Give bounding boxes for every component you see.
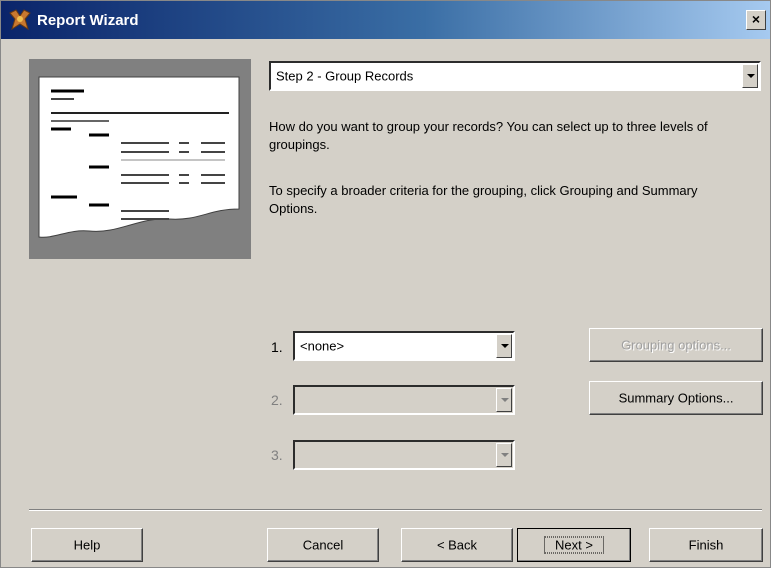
cancel-label: Cancel	[302, 537, 344, 553]
back-button[interactable]: < Back	[401, 528, 513, 562]
back-label: < Back	[436, 537, 478, 553]
finish-button[interactable]: Finish	[649, 528, 763, 562]
help-label: Help	[73, 537, 101, 553]
next-label: Next >	[544, 536, 604, 554]
footer-separator	[29, 509, 762, 511]
report-wizard-app-icon	[7, 7, 33, 33]
close-icon: ×	[751, 11, 761, 27]
grouping-options-button[interactable]: Grouping options...	[589, 328, 763, 362]
step-select-value: Step 2 - Group Records	[276, 68, 414, 84]
summary-options-button[interactable]: Summary Options...	[589, 381, 763, 415]
report-wizard-window: Report Wizard × Step 2 - Group Records H…	[0, 0, 771, 568]
report-preview-image	[29, 59, 251, 259]
chevron-down-icon[interactable]	[496, 443, 512, 467]
chevron-down-icon[interactable]	[742, 64, 758, 88]
summary-options-label: Summary Options...	[618, 390, 734, 406]
grouping-instructions: How do you want to group your records? Y…	[269, 119, 708, 152]
group-level-2-number: 2.	[271, 392, 283, 408]
group-level-3-number: 3.	[271, 447, 283, 463]
help-button[interactable]: Help	[31, 528, 143, 562]
close-button[interactable]: ×	[746, 10, 766, 30]
group-level-2-select[interactable]	[293, 385, 515, 415]
grouping-options-hint: To specify a broader criteria for the gr…	[269, 183, 698, 216]
group-level-1-value: <none>	[300, 338, 345, 354]
group-level-1-number: 1.	[271, 339, 283, 355]
group-level-3-select[interactable]	[293, 440, 515, 470]
step-select[interactable]: Step 2 - Group Records	[269, 61, 761, 91]
group-level-1-select[interactable]: <none>	[293, 331, 515, 361]
grouping-options-label: Grouping options...	[621, 337, 731, 353]
chevron-down-icon[interactable]	[496, 334, 512, 358]
title-bar[interactable]: Report Wizard ×	[1, 1, 770, 39]
cancel-button[interactable]: Cancel	[267, 528, 379, 562]
finish-label: Finish	[688, 537, 724, 553]
chevron-down-icon[interactable]	[496, 388, 512, 412]
next-button[interactable]: Next >	[517, 528, 631, 562]
window-title: Report Wizard	[37, 11, 139, 29]
